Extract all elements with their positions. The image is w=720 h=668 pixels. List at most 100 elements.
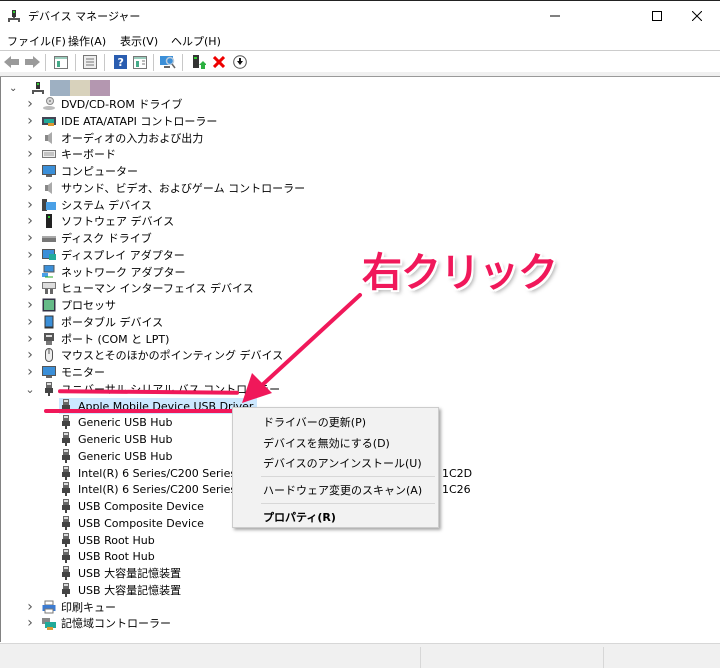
help-button[interactable]: ?	[112, 54, 128, 70]
tree-root[interactable]: ⌄	[9, 80, 110, 96]
processor-icon	[42, 298, 56, 312]
chevron-right-icon[interactable]: ›	[25, 364, 35, 380]
tree-category[interactable]: › コンピューター	[25, 163, 138, 179]
usb-device-item[interactable]: USB 大容量記憶装置	[59, 582, 181, 598]
usb-device-item[interactable]: USB Composite Device	[59, 498, 204, 514]
forward-button[interactable]	[24, 54, 40, 70]
tree-category[interactable]: › キーボード	[25, 146, 116, 162]
context-item-properties[interactable]: プロパティ(R)	[263, 509, 336, 525]
action-pane-icon	[133, 55, 147, 69]
usb-device-item[interactable]: Generic USB Hub	[59, 431, 172, 447]
chevron-right-icon[interactable]: ›	[25, 146, 35, 162]
chevron-right-icon[interactable]: ›	[25, 280, 35, 296]
chevron-right-icon[interactable]: ›	[25, 163, 35, 179]
tree-category[interactable]: › DVD/CD-ROM ドライブ	[25, 96, 182, 112]
tree-item-label: IDE ATA/ATAPI コントローラー	[61, 115, 218, 128]
tree-category[interactable]: › IDE ATA/ATAPI コントローラー	[25, 113, 217, 129]
usb-device-item[interactable]: USB Composite Device	[59, 515, 204, 531]
tree-category[interactable]: › ヒューマン インターフェイス デバイス	[25, 280, 254, 296]
usb-device-item[interactable]: USB 大容量記憶装置	[59, 565, 181, 581]
chevron-right-icon[interactable]: ›	[25, 130, 35, 146]
tree-category[interactable]: › システム デバイス	[25, 197, 152, 213]
tree-item-label: ソフトウェア デバイス	[61, 215, 175, 228]
chevron-right-icon[interactable]: ›	[25, 264, 35, 280]
disable-device-button[interactable]	[232, 54, 248, 70]
tree-category[interactable]: › モニター	[25, 364, 105, 380]
scan-hardware-icon	[160, 55, 176, 68]
usb-icon	[42, 382, 56, 396]
chevron-right-icon[interactable]: ›	[25, 314, 35, 330]
context-item-scan-hardware[interactable]: ハードウェア変更のスキャン(A)	[263, 482, 422, 498]
speaker-icon	[42, 181, 56, 195]
annotation-underline-device	[44, 409, 244, 413]
tree-item-label: USB Composite Device	[78, 499, 204, 513]
update-driver-icon	[193, 54, 206, 69]
menu-view[interactable]: 表示(V)	[120, 33, 158, 49]
system-folder-icon	[42, 198, 56, 212]
usb-icon	[59, 533, 73, 547]
tree-category[interactable]: › ポート (COM と LPT)	[25, 331, 169, 347]
tree-category[interactable]: › プロセッサ	[25, 297, 116, 313]
usb-icon	[59, 449, 73, 463]
tree-category[interactable]: › ディスプレイ アダプター	[25, 247, 185, 263]
tree-category[interactable]: › ネットワーク アダプター	[25, 264, 185, 280]
chevron-down-icon[interactable]: ⌄	[9, 83, 23, 94]
tree-item-label: キーボード	[61, 148, 116, 161]
usb-device-item[interactable]: USB Root Hub	[59, 532, 155, 548]
chevron-right-icon[interactable]: ›	[25, 213, 35, 229]
usb-device-item[interactable]: USB Root Hub	[59, 548, 155, 564]
scan-hardware-button[interactable]	[160, 54, 176, 70]
usb-device-item[interactable]: Generic USB Hub	[59, 448, 172, 464]
tree-category[interactable]: › 印刷キュー	[25, 599, 116, 615]
menu-help[interactable]: ヘルプ(H)	[171, 33, 221, 49]
back-button[interactable]	[4, 54, 20, 70]
chevron-right-icon[interactable]: ›	[25, 113, 35, 129]
usb-icon	[59, 516, 73, 530]
tree-category[interactable]: › ディスク ドライブ	[25, 230, 152, 246]
close-button[interactable]	[674, 1, 720, 31]
context-item-uninstall-device[interactable]: デバイスのアンインストール(U)	[263, 455, 422, 471]
title-bar: デバイス マネージャー	[0, 0, 720, 30]
tree-category[interactable]: › サウンド、ビデオ、およびゲーム コントローラー	[25, 180, 305, 196]
chevron-right-icon[interactable]: ›	[25, 230, 35, 246]
tree-category[interactable]: › 記憶域コントローラー	[25, 615, 171, 631]
computer-name-redacted-1	[50, 80, 70, 96]
speaker-icon	[42, 131, 56, 145]
display-adapter-icon	[42, 248, 56, 262]
tree-category[interactable]: › オーディオの入力および出力	[25, 130, 203, 146]
annotation-arrow	[242, 293, 362, 403]
toolbar-separator	[104, 54, 105, 71]
chevron-right-icon[interactable]: ›	[25, 197, 35, 213]
action-pane-button[interactable]	[132, 54, 148, 70]
chevron-down-icon[interactable]: ⌄	[25, 381, 35, 397]
uninstall-device-button[interactable]	[211, 54, 227, 70]
console-tree-button[interactable]	[53, 54, 69, 70]
menu-action[interactable]: 操作(A)	[68, 33, 106, 49]
update-driver-button[interactable]	[191, 54, 207, 70]
context-item-update-driver[interactable]: ドライバーの更新(P)	[263, 414, 366, 430]
chevron-right-icon[interactable]: ›	[25, 599, 35, 615]
chevron-right-icon[interactable]: ›	[25, 96, 35, 112]
tree-item-label: ディスク ドライブ	[61, 232, 152, 245]
context-item-disable-device[interactable]: デバイスを無効にする(D)	[263, 435, 390, 451]
chevron-right-icon[interactable]: ›	[25, 297, 35, 313]
tree-item-label: ヒューマン インターフェイス デバイス	[61, 282, 254, 295]
menu-file[interactable]: ファイル(F)	[7, 33, 66, 49]
chevron-right-icon[interactable]: ›	[25, 615, 35, 631]
chevron-right-icon[interactable]: ›	[25, 331, 35, 347]
chevron-right-icon[interactable]: ›	[25, 347, 35, 363]
context-separator	[261, 503, 435, 504]
minimize-button[interactable]	[532, 1, 578, 31]
properties-icon	[83, 55, 97, 69]
chevron-right-icon[interactable]: ›	[25, 180, 35, 196]
properties-button[interactable]	[82, 54, 98, 70]
usb-device-item[interactable]: Generic USB Hub	[59, 414, 172, 430]
tree-item-label: プロセッサ	[61, 299, 116, 312]
usb-icon	[59, 415, 73, 429]
software-device-icon	[42, 214, 56, 228]
usb-icon	[59, 482, 73, 496]
chevron-right-icon[interactable]: ›	[25, 247, 35, 263]
device-id-suffix: 1C2D	[442, 466, 473, 480]
tree-category[interactable]: › ソフトウェア デバイス	[25, 213, 174, 229]
tree-category[interactable]: › ポータブル デバイス	[25, 314, 163, 330]
